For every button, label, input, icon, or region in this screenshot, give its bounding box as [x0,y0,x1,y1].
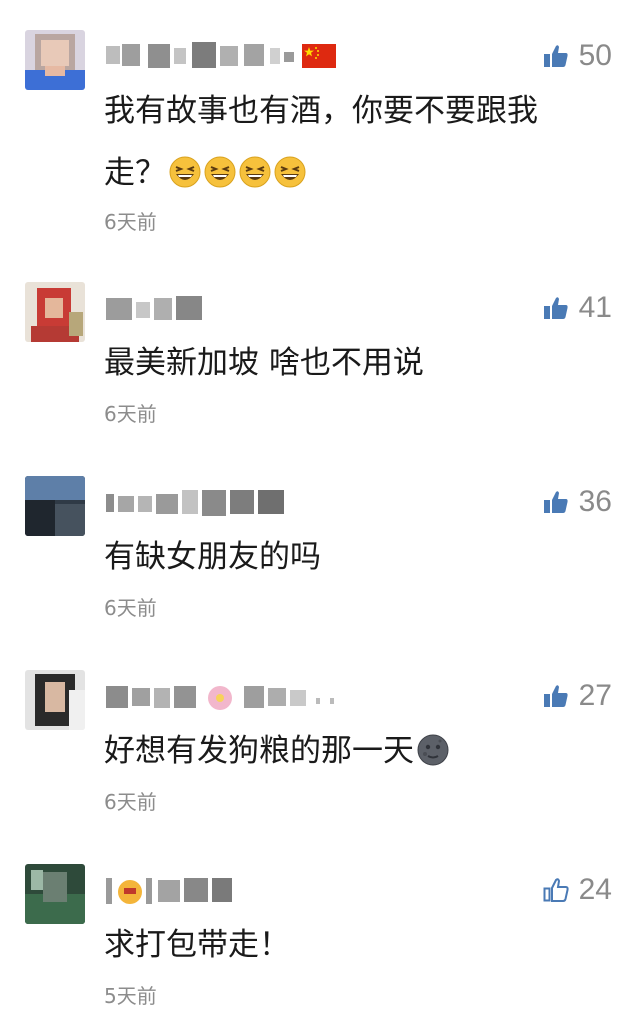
like-count: 24 [578,873,612,906]
china-flag-icon [302,44,336,68]
comment-time: 6天前 [104,790,157,814]
thumbs-up-filled-icon [543,491,568,513]
grinning-squint-face-icon [274,156,306,188]
comment-text: 求打包带走！ [104,927,290,963]
thumbs-up-filled-icon [543,297,568,319]
like-button[interactable]: 24 [543,870,612,910]
new-moon-face-icon [417,734,449,766]
like-button[interactable]: 27 [543,676,612,716]
comment-text-line2: 走？ [104,142,604,204]
comment-text: 好想有发狗粮的那一天 [104,720,604,782]
avatar[interactable] [25,30,85,90]
like-button[interactable]: 36 [543,482,612,522]
grinning-squint-face-icon [169,156,201,188]
grinning-squint-face-icon [204,156,236,188]
username-blurred[interactable] [104,484,364,524]
like-count: 27 [578,679,612,712]
username-blurred[interactable] [104,290,364,330]
like-button[interactable]: 41 [543,288,612,328]
grinning-squint-face-icon [239,156,271,188]
comment-item: 50 我有故事也有酒，你要不要跟我 走？ 6天前 [0,30,640,240]
avatar[interactable] [25,282,85,342]
username-blurred[interactable] [104,678,364,718]
avatar[interactable] [25,670,85,730]
comment-item: 36 有缺女朋友的吗 6天前 [0,476,640,626]
comment-time: 6天前 [104,596,157,620]
comment-feed: 50 我有故事也有酒，你要不要跟我 走？ 6天前 41 最美新加坡 啥也不用说 … [0,0,640,1025]
thumbs-up-filled-icon [543,45,568,67]
comment-item: 27 好想有发狗粮的那一天 6天前 [0,670,640,820]
thumbs-up-outline-icon [543,878,569,902]
like-button[interactable]: 50 [543,36,612,76]
comment-text: 我有故事也有酒，你要不要跟我 走？ [104,80,604,204]
comment-text-content: 好想有发狗粮的那一天 [104,733,414,769]
comment-text: 有缺女朋友的吗 [104,539,321,575]
comment-time: 6天前 [104,210,157,234]
comment-text-line2-text: 走？ [104,155,166,191]
comment-time: 6天前 [104,402,157,426]
thumbs-up-filled-icon [543,685,568,707]
username-blurred[interactable] [104,872,364,912]
like-count: 50 [578,39,612,72]
like-count: 36 [578,485,612,518]
comment-time: 5天前 [104,984,157,1008]
avatar[interactable] [25,864,85,924]
avatar[interactable] [25,476,85,536]
comment-item: 41 最美新加坡 啥也不用说 6天前 [0,282,640,432]
comment-text-line1: 我有故事也有酒，你要不要跟我 [104,93,538,129]
comment-item: 24 求打包带走！ 5天前 [0,864,640,1014]
comment-text: 最美新加坡 啥也不用说 [104,345,424,381]
like-count: 41 [578,291,612,324]
